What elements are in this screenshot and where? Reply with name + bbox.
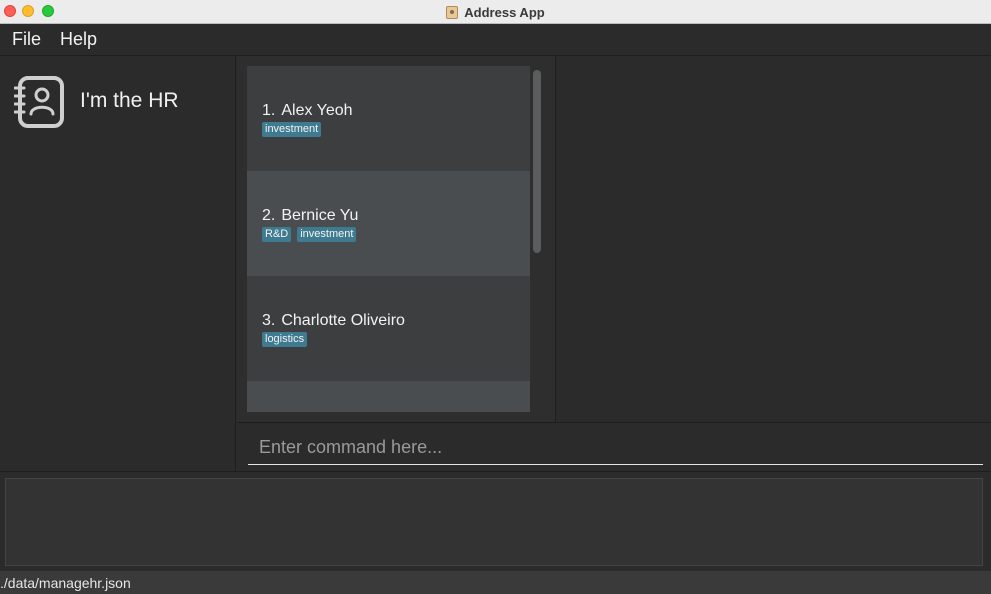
- list-scrollbar[interactable]: [533, 68, 543, 408]
- command-input[interactable]: [248, 430, 983, 465]
- app-name: I'm the HR: [80, 89, 179, 112]
- command-box: [237, 422, 991, 471]
- person-card-partial[interactable]: [247, 381, 530, 412]
- person-name-line: 2. Bernice Yu: [262, 207, 358, 225]
- person-detail-panel: [557, 56, 991, 422]
- save-location-path: ./data/managehr.json: [0, 575, 131, 591]
- person-name-line: 1. Alex Yeoh: [262, 102, 353, 120]
- address-book-icon: [14, 76, 64, 128]
- menu-bar: File Help: [0, 24, 991, 56]
- tag-label: R&D: [262, 227, 292, 242]
- person-name: Charlotte Oliveiro: [281, 312, 405, 329]
- menu-file[interactable]: File: [10, 29, 43, 50]
- person-card[interactable]: 3. Charlotte Oliveiro logistics: [247, 276, 530, 381]
- person-list[interactable]: 1. Alex Yeoh investment 2. Bernice Yu R&D …: [247, 66, 530, 412]
- person-tags: logistics: [262, 332, 308, 347]
- tag-label: logistics: [262, 332, 308, 347]
- status-bar: ./data/managehr.json: [0, 571, 991, 594]
- person-name: Alex Yeoh: [281, 102, 353, 119]
- scrollbar-thumb[interactable]: [533, 70, 541, 253]
- tag-label: investment: [297, 227, 357, 242]
- person-tags: investment: [262, 122, 322, 137]
- person-list-panel: 1. Alex Yeoh investment 2. Bernice Yu R&D …: [237, 56, 556, 422]
- menu-help[interactable]: Help: [58, 29, 99, 50]
- result-display-area: [0, 471, 991, 571]
- person-name: Bernice Yu: [281, 207, 359, 224]
- title-bar: Address App: [0, 0, 991, 24]
- tag-label: investment: [262, 122, 322, 137]
- person-index: 3.: [262, 312, 276, 329]
- person-index: 1.: [262, 102, 276, 119]
- window-title-group: Address App: [0, 0, 991, 24]
- person-name-line: 3. Charlotte Oliveiro: [262, 312, 405, 330]
- address-book-app-icon: [446, 5, 459, 19]
- result-display[interactable]: [5, 478, 983, 566]
- window-title: Address App: [464, 4, 545, 20]
- person-card-selected[interactable]: 2. Bernice Yu R&D investment: [247, 171, 530, 276]
- person-tags: R&D investment: [262, 227, 357, 242]
- person-card[interactable]: 1. Alex Yeoh investment: [247, 66, 530, 171]
- sidebar: I'm the HR: [0, 56, 236, 471]
- person-index: 2.: [262, 207, 276, 224]
